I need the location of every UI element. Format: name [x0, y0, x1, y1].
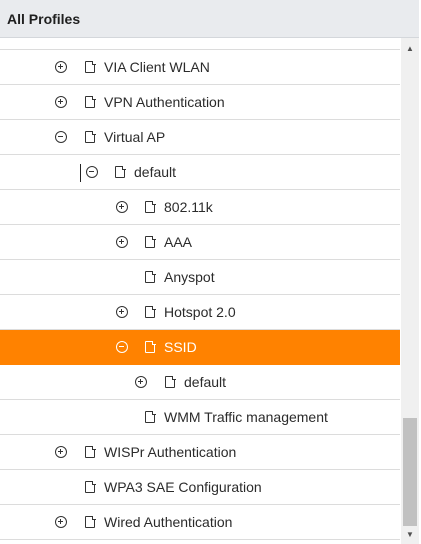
collapse-icon[interactable]	[116, 341, 128, 353]
panel-header: All Profiles	[0, 0, 419, 38]
expand-icon[interactable]	[55, 446, 67, 458]
tree-row-label: WPA3 SAE Configuration	[104, 479, 262, 495]
document-icon	[115, 165, 126, 178]
scroll-down-arrow-icon[interactable]: ▼	[401, 526, 419, 542]
profile-tree: VIA Client WLAN VPN Authentication Virtu…	[0, 38, 400, 544]
expand-icon[interactable]	[116, 306, 128, 318]
document-icon	[145, 200, 156, 213]
document-icon	[145, 270, 156, 283]
scrollbar-thumb[interactable]	[403, 418, 417, 526]
tree-row-label: AAA	[164, 234, 193, 250]
document-icon	[85, 95, 96, 108]
expand-icon[interactable]	[55, 61, 67, 73]
tree-row-wpa3-sae-configuration[interactable]: WPA3 SAE Configuration	[0, 470, 400, 505]
profiles-panel: All Profiles VIA Client WLAN VPN Authent…	[0, 0, 421, 544]
expand-icon[interactable]	[55, 516, 67, 528]
tree-row-ssid[interactable]: SSID	[0, 330, 400, 365]
tree-row-virtual-ap[interactable]: Virtual AP	[0, 120, 400, 155]
vertical-scrollbar[interactable]: ▲ ▼	[401, 38, 419, 544]
tree-row-label: VPN Authentication	[104, 94, 225, 110]
tree-row-wispr-authentication[interactable]: WISPr Authentication	[0, 435, 400, 470]
document-icon	[145, 410, 156, 423]
tree-row-label: 802.11k	[164, 199, 213, 215]
tree-row-aaa[interactable]: AAA	[0, 225, 400, 260]
tree-row-via-client-wlan[interactable]: VIA Client WLAN	[0, 50, 400, 85]
scroll-up-arrow-icon[interactable]: ▲	[401, 40, 419, 56]
tree-row-label: Anyspot	[164, 269, 215, 285]
document-icon	[145, 305, 156, 318]
document-icon	[85, 130, 96, 143]
document-icon	[165, 375, 176, 388]
tree-row-vpn-authentication[interactable]: VPN Authentication	[0, 85, 400, 120]
tree-row-virtual-ap-default[interactable]: default	[0, 155, 400, 190]
expand-icon[interactable]	[135, 376, 147, 388]
tree-row-anyspot[interactable]: Anyspot	[0, 260, 400, 295]
expand-icon[interactable]	[116, 236, 128, 248]
tree-row-wmm-traffic-management[interactable]: WMM Traffic management	[0, 400, 400, 435]
tree-row-label: default	[184, 374, 227, 390]
text-cursor	[80, 164, 81, 182]
panel-title: All Profiles	[7, 10, 81, 27]
tree-row-label: WMM Traffic management	[164, 409, 328, 425]
collapse-icon[interactable]	[86, 166, 98, 178]
tree-row-hotspot-2-0[interactable]: Hotspot 2.0	[0, 295, 400, 330]
collapse-icon[interactable]	[55, 131, 67, 143]
document-icon	[85, 445, 96, 458]
tree-row-label: default	[134, 164, 177, 180]
tree-row-label: WISPr Authentication	[104, 444, 237, 460]
tree-row-label: Virtual AP	[104, 129, 166, 145]
tree-row-802-11k[interactable]: 802.11k	[0, 190, 400, 225]
tree-row-label: Hotspot 2.0	[164, 304, 236, 320]
tree-row-wired-authentication[interactable]: Wired Authentication	[0, 505, 400, 540]
document-icon	[85, 60, 96, 73]
tree-row-partial	[0, 38, 400, 50]
tree-row-label: SSID	[164, 339, 197, 355]
document-icon	[145, 235, 156, 248]
expand-icon[interactable]	[55, 96, 67, 108]
document-icon	[145, 340, 156, 353]
document-icon	[85, 480, 96, 493]
expand-icon[interactable]	[116, 201, 128, 213]
tree-row-label: VIA Client WLAN	[104, 59, 210, 75]
tree-row-ssid-default[interactable]: default	[0, 365, 400, 400]
document-icon	[85, 515, 96, 528]
tree-row-label: Wired Authentication	[104, 514, 233, 530]
